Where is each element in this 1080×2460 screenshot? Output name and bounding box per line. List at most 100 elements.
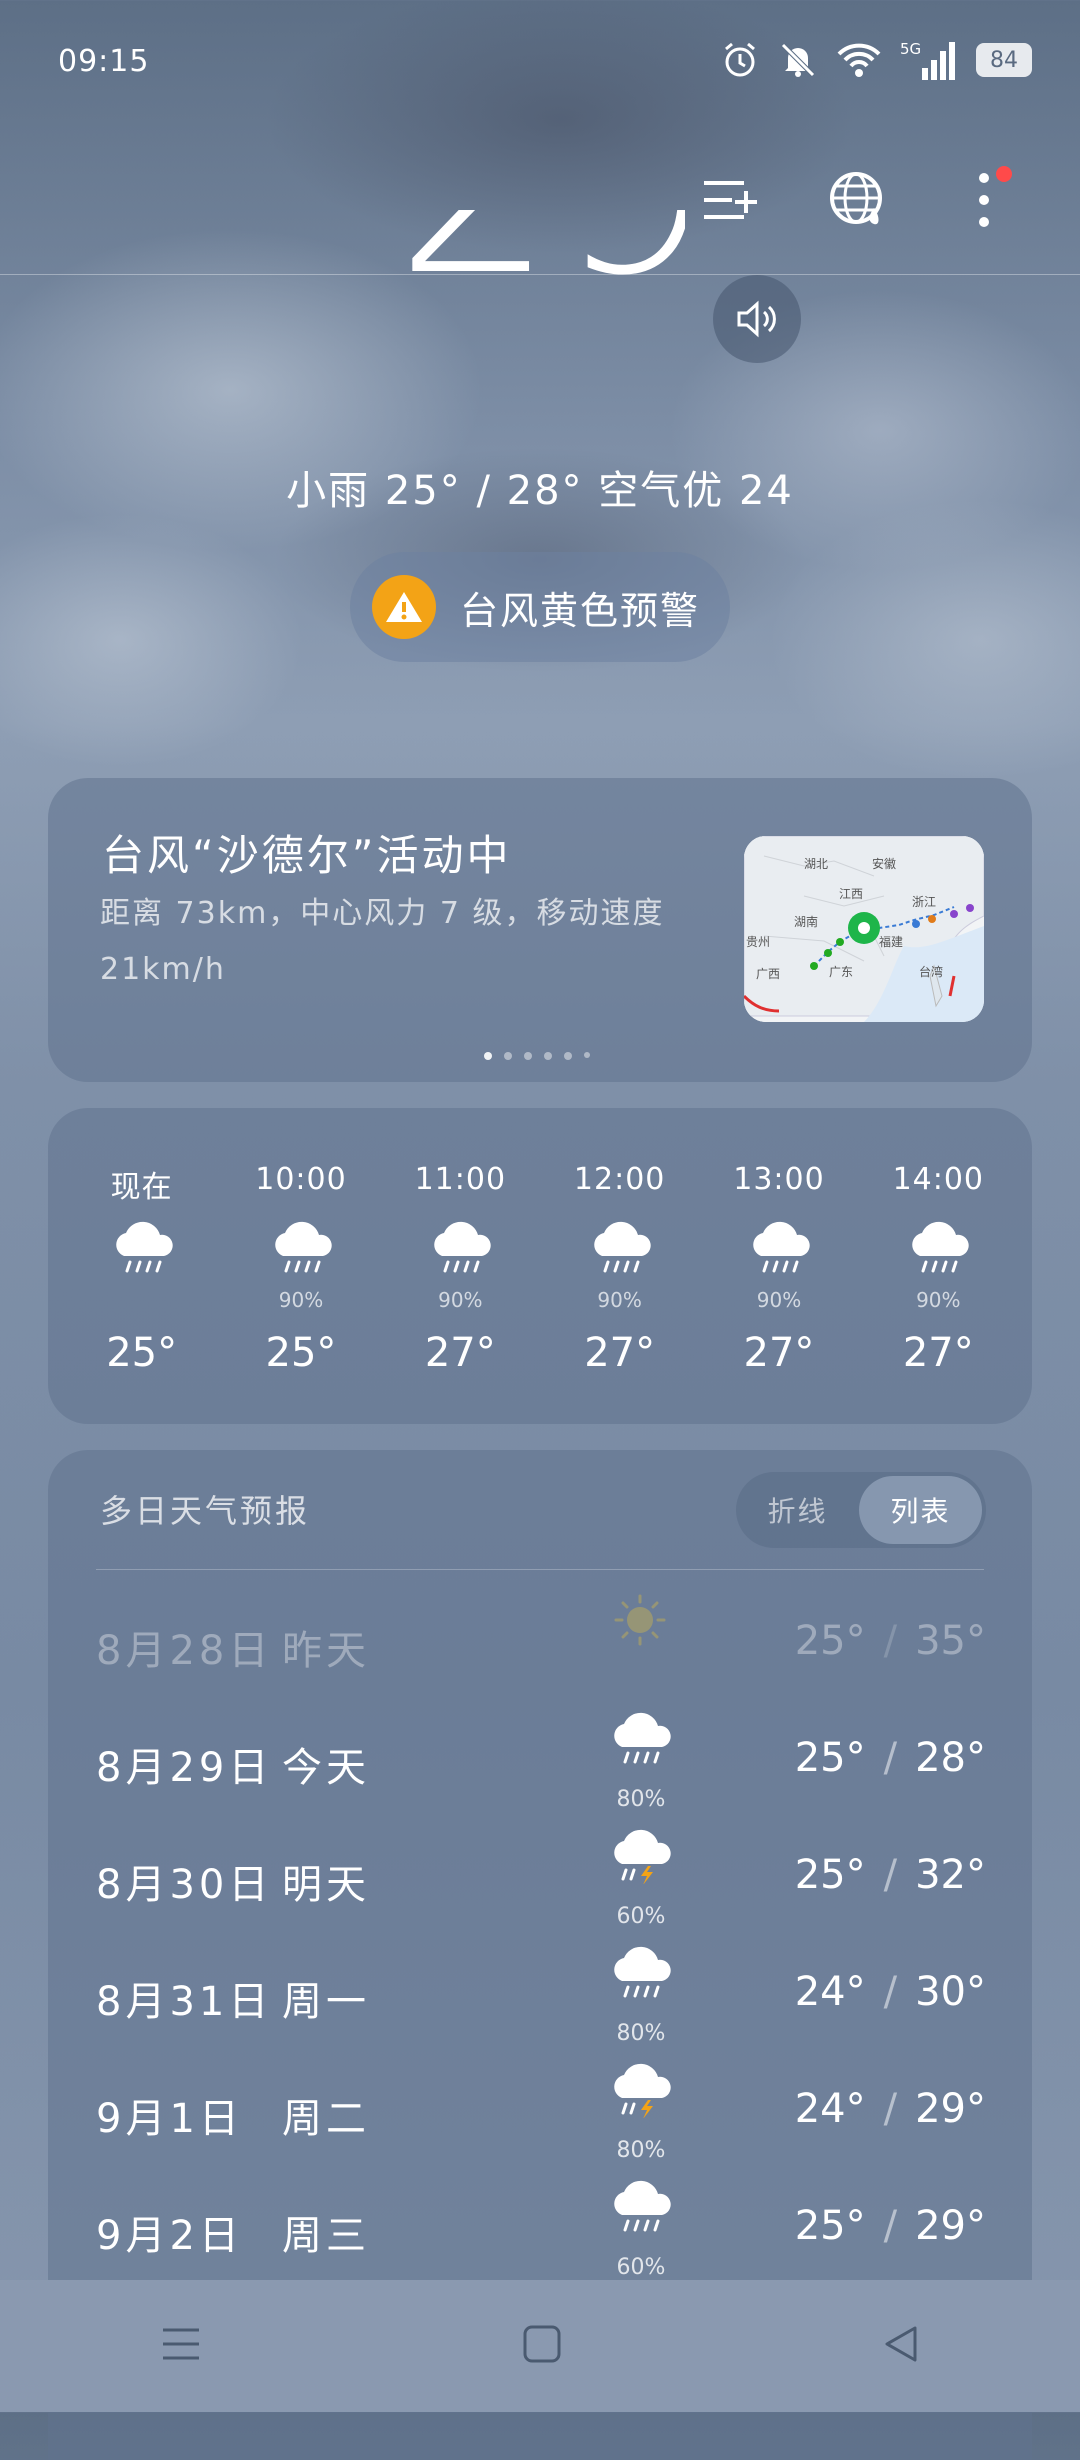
alarm-icon <box>725 42 755 77</box>
daily-row[interactable]: 9月1日 周二 80% 24°/29° <box>96 2058 986 2174</box>
row-precip: 60% <box>616 1904 666 1929</box>
thunderstorm-icon <box>608 2058 678 2122</box>
voice-broadcast-button[interactable] <box>713 275 801 363</box>
row-weekday: 周三 <box>282 2213 370 2259</box>
hourly-item: 12:00 90% 27° <box>540 1162 699 1376</box>
daily-row[interactable]: 8月30日 明天 60% 25°/32° <box>96 1824 986 1940</box>
row-temp-range: 25°/28° <box>794 1735 986 1781</box>
back-triangle-icon <box>885 2326 917 2362</box>
more-options-button[interactable] <box>944 160 1024 240</box>
rain-icon <box>608 2175 678 2239</box>
warning-icon <box>372 575 436 639</box>
row-temp-range: 24°/30° <box>794 1969 986 2015</box>
rain-icon <box>269 1216 333 1286</box>
toggle-line-chart[interactable]: 折线 <box>736 1476 859 1544</box>
carousel-indicator <box>484 1052 590 1060</box>
row-precip: 80% <box>616 1787 666 1812</box>
wifi-icon <box>837 43 881 77</box>
hour-precip: 90% <box>278 1288 324 1312</box>
hour-precip: 90% <box>756 1288 802 1312</box>
hour-time: 11:00 <box>414 1162 507 1197</box>
cloud-background <box>0 0 1080 900</box>
row-date: 8月28日 <box>96 1628 273 1674</box>
thunderstorm-icon <box>608 1824 678 1888</box>
hourly-item: 10:00 90% 25° <box>221 1162 380 1376</box>
home-square-icon <box>523 2325 561 2363</box>
row-weekday: 周一 <box>282 1979 370 2025</box>
back-button[interactable] <box>881 2324 921 2368</box>
hourly-item: 13:00 90% 27° <box>699 1162 858 1376</box>
hour-time: 10:00 <box>255 1162 347 1197</box>
view-toggle[interactable]: 折线 列表 <box>736 1472 986 1548</box>
hourly-forecast-card[interactable]: 现在 25° 10:00 90% 25° 11:00 90% 27° 12:00… <box>48 1108 1032 1424</box>
hour-precip: 90% <box>916 1288 961 1312</box>
status-time: 09:15 <box>58 44 150 79</box>
hour-temp: 27° <box>584 1330 656 1376</box>
signal-icon: 5G <box>900 40 955 80</box>
rain-icon <box>747 1216 811 1286</box>
row-date: 9月2日 <box>96 2213 243 2259</box>
svg-text:安徽: 安徽 <box>872 856 896 871</box>
typhoon-card[interactable]: 台风“沙德尔”活动中 距离 73km，中心风力 7 级，移动速度 21km/h … <box>48 778 1032 1082</box>
city-management-button[interactable] <box>690 160 770 240</box>
hourly-item: 11:00 90% 27° <box>381 1162 540 1376</box>
toggle-list[interactable]: 列表 <box>859 1476 982 1544</box>
row-date: 8月30日 <box>96 1862 273 1908</box>
hour-time: 14:00 <box>892 1162 985 1197</box>
row-weekday: 今天 <box>282 1745 370 1791</box>
weather-summary: 小雨 25° / 28° 空气优 24 <box>286 468 794 514</box>
daily-divider <box>96 1569 984 1570</box>
rain-icon <box>588 1216 652 1286</box>
battery-indicator: 84 <box>976 43 1032 77</box>
hour-time: 现在 <box>110 1170 173 1205</box>
row-temp-range: 25°/29° <box>794 2203 986 2249</box>
svg-text:贵州: 贵州 <box>746 935 770 949</box>
row-weekday: 昨天 <box>282 1628 370 1674</box>
notification-dot <box>996 166 1012 182</box>
alert-text: 台风黄色预警 <box>460 588 701 633</box>
rain-icon <box>906 1216 970 1286</box>
daily-forecast-title: 多日天气预报 <box>100 1492 311 1530</box>
hour-temp: 27° <box>743 1330 815 1376</box>
typhoon-map[interactable]: 湖北 安徽 浙江 江西 湖南 福建 贵州 广西 广东 台湾 <box>744 836 984 1022</box>
row-weekday: 周二 <box>282 2096 370 2142</box>
mute-icon <box>781 43 815 77</box>
hour-time: 13:00 <box>733 1162 825 1197</box>
row-precip: 80% <box>616 2138 666 2163</box>
rain-icon <box>428 1216 492 1286</box>
hour-temp: 25° <box>265 1330 337 1376</box>
speaker-icon <box>737 300 776 338</box>
hour-precip: 90% <box>597 1288 642 1312</box>
hour-precip: 90% <box>438 1288 483 1312</box>
status-icons: 5G 84 <box>720 38 1032 82</box>
svg-text:浙江: 浙江 <box>912 895 936 909</box>
svg-text:湖北: 湖北 <box>804 856 828 871</box>
current-temperature: 29 <box>395 210 685 370</box>
home-button[interactable] <box>522 2324 562 2368</box>
row-date: 8月31日 <box>96 1979 273 2025</box>
menu-icon <box>163 2328 200 2360</box>
row-date: 8月29日 <box>96 1745 273 1791</box>
globe-icon <box>830 172 882 225</box>
daily-row[interactable]: 8月28日 昨天 25°/35° <box>96 1590 986 1706</box>
svg-text:广东: 广东 <box>829 965 853 979</box>
hour-temp: 25° <box>106 1330 178 1376</box>
svg-text:台湾: 台湾 <box>919 964 943 979</box>
daily-row[interactable]: 8月31日 周一 80% 24°/30° <box>96 1941 986 2057</box>
recent-apps-button[interactable] <box>159 2324 203 2368</box>
svg-text:福建: 福建 <box>879 934 903 949</box>
row-date: 9月1日 <box>96 2096 243 2142</box>
rain-icon <box>110 1216 174 1286</box>
rain-icon <box>608 1707 678 1771</box>
row-precip: 80% <box>616 2021 666 2046</box>
hour-temp: 27° <box>902 1330 974 1376</box>
svg-text:5G: 5G <box>900 40 921 58</box>
global-weather-button[interactable] <box>818 160 898 240</box>
typhoon-alert-pill[interactable]: 台风黄色预警 <box>350 552 730 662</box>
row-temp-range: 25°/32° <box>794 1852 986 1898</box>
daily-row[interactable]: 8月29日 今天 80% 25°/28° <box>96 1707 986 1823</box>
daily-row[interactable]: 9月2日 周三 60% 25°/29° <box>96 2175 986 2291</box>
row-weekday: 明天 <box>282 1862 370 1908</box>
row-precip: 60% <box>616 2255 666 2280</box>
hour-temp: 27° <box>424 1330 496 1376</box>
